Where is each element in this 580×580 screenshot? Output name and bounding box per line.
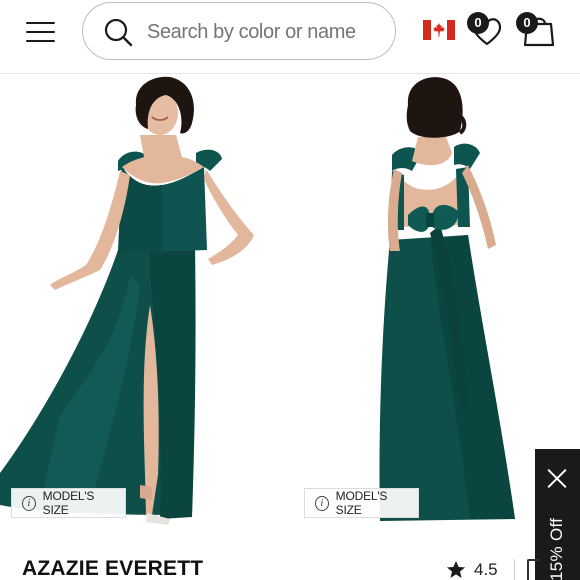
model-size-label: MODEL'S SIZE	[335, 489, 388, 517]
product-gallery: i MODEL'S SIZE i MODEL'S SIZE	[0, 75, 580, 545]
menu-bar	[26, 31, 55, 33]
model-size-button-back[interactable]: i MODEL'S SIZE	[304, 488, 419, 518]
promo-side-tab[interactable]: 15% Off	[535, 449, 580, 580]
search-input[interactable]	[147, 18, 383, 46]
flag-white-band	[431, 20, 447, 40]
menu-bar	[26, 22, 55, 24]
promo-text: 15% Off	[547, 517, 566, 580]
info-icon: i	[22, 495, 36, 511]
menu-bar	[26, 40, 55, 42]
compare-icon[interactable]	[526, 559, 539, 580]
canada-flag-icon[interactable]	[423, 20, 455, 40]
rating-divider	[513, 559, 515, 580]
search-icon[interactable]	[103, 17, 133, 47]
hamburger-menu-icon[interactable]	[24, 18, 58, 46]
wishlist-count-badge: 0	[467, 12, 489, 34]
flag-red-band	[423, 20, 431, 40]
cart-button[interactable]: 0	[516, 12, 558, 48]
search-bar[interactable]	[82, 2, 396, 60]
wishlist-button[interactable]: 0	[467, 12, 507, 48]
model-size-button-front[interactable]: i MODEL'S SIZE	[11, 488, 126, 518]
rating-value: 4.5	[474, 560, 498, 579]
flag-red-band	[447, 20, 455, 40]
close-icon[interactable]	[547, 468, 568, 489]
model-size-label: MODEL'S SIZE	[42, 489, 95, 517]
product-photo-front[interactable]	[0, 75, 290, 545]
cart-count-badge: 0	[516, 12, 538, 34]
product-rating[interactable]: 4.5	[440, 557, 539, 580]
maple-leaf-icon	[433, 23, 445, 37]
product-title: AZAZIE EVERETT	[22, 557, 204, 580]
info-icon: i	[315, 495, 329, 511]
top-header: 0 0	[0, 0, 580, 74]
star-icon	[447, 561, 465, 578]
